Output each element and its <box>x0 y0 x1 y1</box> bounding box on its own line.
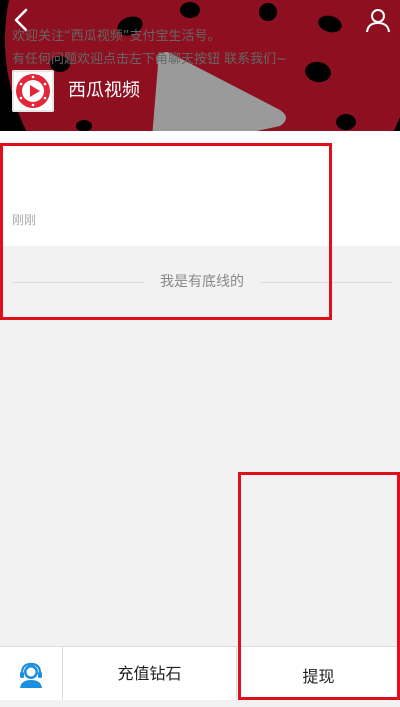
watermelon-play-logo <box>12 70 54 112</box>
highlight-box-withdraw <box>238 472 400 700</box>
message-line-1: 欢迎关注“西瓜视频”支付宝生活号。 <box>12 29 221 44</box>
account-name: 西瓜视频 <box>68 80 140 101</box>
highlight-box-message <box>0 143 332 320</box>
message-line-2: 有任何问题欢迎点击左下角聊天按钮 联系我们~ <box>12 52 288 67</box>
customer-service-button[interactable] <box>0 647 63 700</box>
account-logo <box>12 70 54 112</box>
customer-service-icon <box>20 662 42 688</box>
recharge-diamonds-button[interactable]: 充值钻石 <box>63 647 237 700</box>
message-text: 欢迎关注“西瓜视频”支付宝生活号。 有任何问题欢迎点击左下角聊天按钮 联系我们~ <box>12 25 392 71</box>
